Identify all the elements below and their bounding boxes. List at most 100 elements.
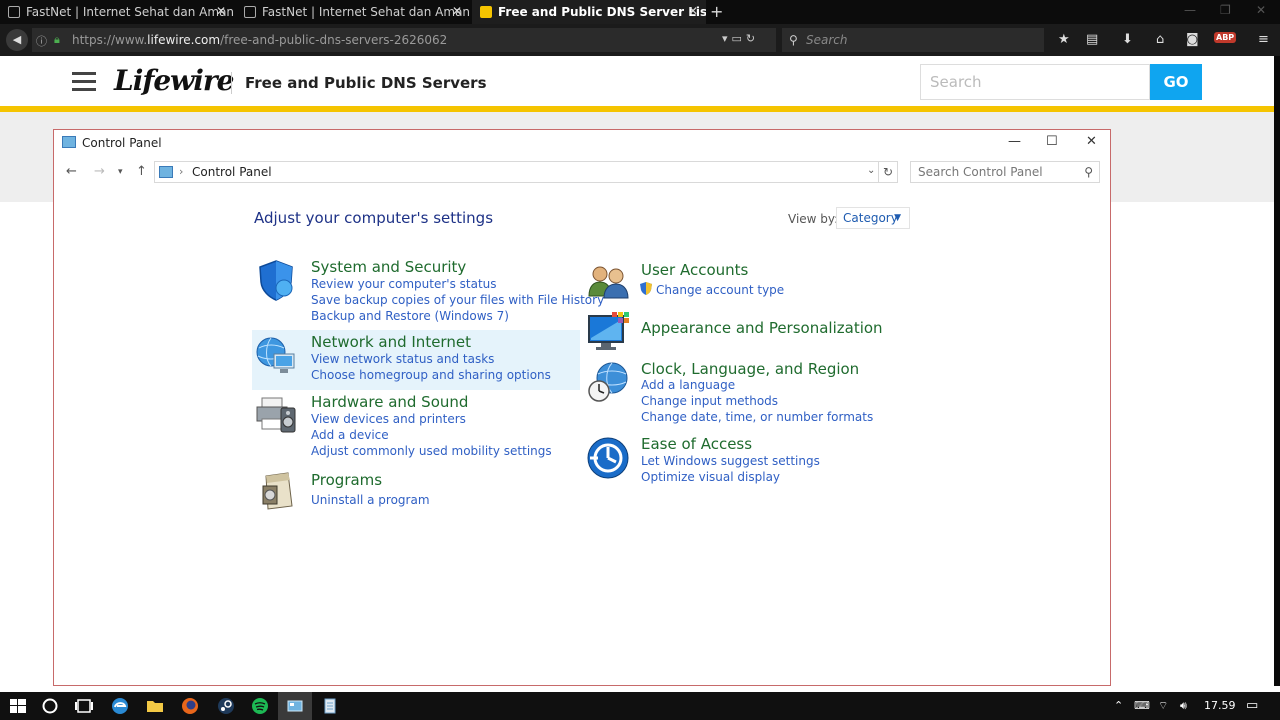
pocket-icon[interactable]: ◙ bbox=[1186, 32, 1199, 47]
category-hardware-and-sound: Hardware and Sound View devices and prin… bbox=[252, 392, 582, 460]
action-center-icon[interactable]: ▭ bbox=[1246, 698, 1258, 713]
chevron-down-icon[interactable]: ⌄ bbox=[867, 165, 875, 176]
control-panel-taskbar-icon[interactable] bbox=[285, 696, 305, 716]
windows-start-icon[interactable] bbox=[8, 696, 28, 716]
page-icon bbox=[244, 6, 256, 18]
taskbar-clock[interactable]: 17.59 bbox=[1204, 699, 1236, 712]
category-network-and-internet[interactable]: Network and Internet View network status… bbox=[252, 330, 580, 390]
up-arrow-icon[interactable]: ↑ bbox=[136, 164, 147, 179]
forward-arrow-icon[interactable]: → bbox=[94, 164, 105, 179]
category-title-link[interactable]: Hardware and Sound bbox=[311, 393, 468, 411]
window-titlebar[interactable]: Control Panel — ☐ ✕ bbox=[54, 130, 1110, 156]
category-title-link[interactable]: Clock, Language, and Region bbox=[641, 360, 859, 378]
monitor-palette-icon bbox=[588, 312, 629, 350]
lifewire-search-input[interactable]: Search bbox=[920, 64, 1150, 100]
url-bar[interactable]: https://www.lifewire.com/free-and-public… bbox=[32, 28, 776, 52]
back-icon[interactable]: ◀ bbox=[6, 29, 28, 51]
go-button[interactable]: GO bbox=[1150, 64, 1202, 100]
bookmark-star-icon[interactable]: ★ bbox=[1058, 32, 1070, 47]
category-sub-link[interactable]: View devices and printers bbox=[311, 412, 466, 426]
category-title-link[interactable]: Programs bbox=[311, 471, 382, 489]
category-sub-link[interactable]: Add a language bbox=[641, 378, 735, 392]
category-sub-link[interactable]: Change date, time, or number formats bbox=[641, 410, 873, 424]
maximize-icon[interactable]: ☐ bbox=[1046, 134, 1058, 149]
tab-label: FastNet | Internet Sehat dan Aman bbox=[26, 5, 234, 19]
category-title-link[interactable]: System and Security bbox=[311, 258, 466, 276]
category-title-link[interactable]: Network and Internet bbox=[311, 333, 471, 351]
page-scroll-edge bbox=[1274, 56, 1280, 696]
control-panel-icon bbox=[62, 136, 76, 148]
info-icon[interactable]: ⓘ bbox=[36, 33, 47, 49]
hamburger-menu-icon[interactable] bbox=[72, 72, 96, 91]
url-host: lifewire.com bbox=[147, 33, 221, 47]
network-wifi-icon[interactable]: ⌔ bbox=[1158, 699, 1168, 713]
refresh-icon[interactable]: ↻ bbox=[878, 161, 898, 183]
category-title-link[interactable]: Ease of Access bbox=[641, 435, 752, 453]
browser-tab[interactable]: FastNet | Internet Sehat dan Aman ✕ bbox=[0, 0, 234, 24]
adblock-icon[interactable]: ABP bbox=[1214, 32, 1237, 43]
reading-list-icon[interactable]: ▤ bbox=[1086, 32, 1098, 47]
task-view-icon[interactable] bbox=[74, 696, 94, 716]
category-sub-link[interactable]: Backup and Restore (Windows 7) bbox=[311, 309, 509, 323]
category-sub-link[interactable]: View network status and tasks bbox=[311, 352, 494, 366]
spotify-icon[interactable] bbox=[250, 696, 270, 716]
browser-search-input[interactable]: ⚲ Search bbox=[782, 28, 1044, 52]
category-sub-link[interactable]: Let Windows suggest settings bbox=[641, 454, 820, 468]
menu-icon[interactable]: ≡ bbox=[1258, 32, 1269, 47]
minimize-icon[interactable]: — bbox=[1184, 3, 1196, 17]
file-explorer-icon[interactable] bbox=[145, 696, 165, 716]
category-sub-link[interactable]: Save backup copies of your files with Fi… bbox=[311, 293, 604, 307]
new-tab-icon[interactable]: + bbox=[710, 2, 723, 21]
view-by-label: View by: bbox=[788, 212, 839, 226]
category-title-link[interactable]: User Accounts bbox=[641, 261, 748, 279]
recent-locations-icon[interactable]: ▾ bbox=[118, 167, 123, 177]
view-by-dropdown[interactable]: Category ▼ bbox=[836, 207, 910, 229]
cortana-icon[interactable] bbox=[40, 696, 60, 716]
shield-icon bbox=[259, 260, 293, 301]
close-icon[interactable]: ✕ bbox=[1256, 3, 1266, 17]
close-tab-icon[interactable]: ✕ bbox=[216, 4, 226, 18]
notepad-icon[interactable] bbox=[320, 696, 340, 716]
category-sub-link[interactable]: Change account type bbox=[656, 283, 784, 297]
breadcrumb[interactable]: › Control Panel ⌄ bbox=[154, 161, 898, 183]
home-icon[interactable]: ⌂ bbox=[1156, 32, 1164, 47]
close-tab-icon[interactable]: ✕ bbox=[688, 4, 698, 18]
search-control-panel-input[interactable]: Search Control Panel ⚲ bbox=[910, 161, 1100, 183]
users-icon bbox=[588, 266, 629, 299]
maximize-icon[interactable]: ❐ bbox=[1220, 3, 1231, 17]
category-sub-link[interactable]: Choose homegroup and sharing options bbox=[311, 368, 551, 382]
show-hidden-icons-icon[interactable]: ⌃ bbox=[1114, 699, 1123, 712]
address-bar: ← → ▾ ↑ › Control Panel ⌄ ↻ Search Contr… bbox=[54, 160, 1110, 186]
programs-box-icon bbox=[262, 472, 293, 510]
category-sub-link[interactable]: Change input methods bbox=[641, 394, 778, 408]
close-tab-icon[interactable]: ✕ bbox=[452, 4, 462, 18]
chevron-right-icon[interactable]: › bbox=[179, 165, 183, 178]
category-sub-link[interactable]: Review your computer's status bbox=[311, 277, 497, 291]
steam-icon[interactable] bbox=[216, 696, 236, 716]
category-sub-link[interactable]: Uninstall a program bbox=[311, 493, 430, 507]
category-sub-link[interactable]: Optimize visual display bbox=[641, 470, 780, 484]
category-sub-link[interactable]: Add a device bbox=[311, 428, 389, 442]
network-globe-icon bbox=[256, 337, 295, 373]
firefox-icon[interactable] bbox=[180, 696, 200, 716]
minimize-icon[interactable]: — bbox=[1008, 134, 1021, 149]
breadcrumb-item[interactable]: Control Panel bbox=[192, 165, 272, 179]
control-panel-icon bbox=[159, 166, 173, 178]
uac-shield-icon bbox=[640, 282, 652, 295]
back-arrow-icon[interactable]: ← bbox=[66, 164, 77, 179]
category-sub-link[interactable]: Adjust commonly used mobility settings bbox=[311, 444, 552, 458]
browser-tab-active[interactable]: Free and Public DNS Server List (Jul ✕ bbox=[472, 0, 706, 24]
window-title: Control Panel bbox=[82, 136, 162, 150]
close-icon[interactable]: ✕ bbox=[1086, 134, 1097, 149]
browser-tab-strip: FastNet | Internet Sehat dan Aman ✕ Fast… bbox=[0, 0, 1280, 24]
download-icon[interactable]: ⬇ bbox=[1122, 32, 1133, 47]
browser-tab[interactable]: FastNet | Internet Sehat dan Aman ✕ bbox=[236, 0, 470, 24]
edge-browser-icon[interactable] bbox=[110, 696, 130, 716]
divider bbox=[231, 72, 232, 94]
input-method-icon[interactable]: ⌨ bbox=[1134, 699, 1150, 712]
reader-reload-icons[interactable]: ▾▭↻ bbox=[722, 32, 759, 45]
page-icon bbox=[8, 6, 20, 18]
volume-icon[interactable]: 🔊︎ bbox=[1180, 699, 1187, 713]
category-title-link[interactable]: Appearance and Personalization bbox=[641, 319, 883, 337]
lifewire-logo[interactable]: Lifewire bbox=[114, 64, 234, 97]
